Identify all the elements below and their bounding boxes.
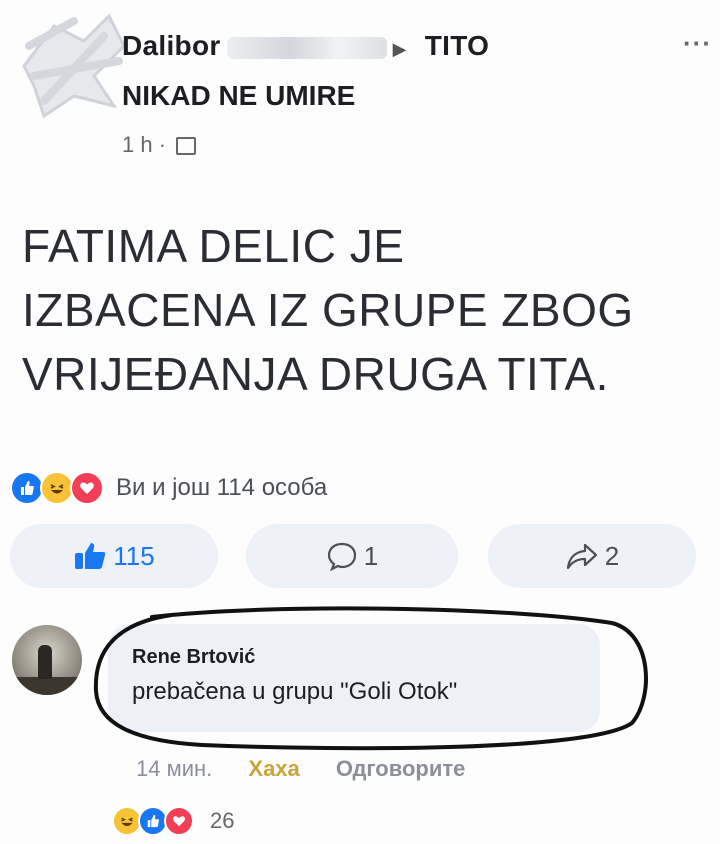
share-icon: [566, 543, 597, 570]
post-meta: 1 h ·: [122, 132, 197, 158]
post-body: FATIMA DELIC JE IZBACENA IZ GRUPE ZBOG V…: [22, 214, 720, 406]
post-line: IZBACENA IZ GRUPE ZBOG: [22, 284, 634, 336]
comment-count: 1: [363, 540, 379, 571]
share-button[interactable]: 2: [488, 524, 696, 588]
haha-icon: [40, 471, 74, 505]
post-actions: 115 1 2: [0, 524, 720, 594]
comment-time[interactable]: 14 мин.: [136, 756, 212, 781]
group-privacy-icon: [176, 137, 197, 156]
post-line: VRIJEĐANJA DRUGA TITA.: [22, 348, 609, 400]
love-icon: [70, 471, 104, 505]
like-icon: [10, 471, 44, 505]
like-count: 115: [113, 540, 155, 571]
like-button[interactable]: 115: [10, 524, 218, 588]
commenter-avatar[interactable]: [12, 625, 82, 695]
post-time[interactable]: 1 h ·: [122, 132, 166, 157]
author-name[interactable]: Dalibor: [122, 30, 221, 61]
love-icon: [164, 806, 194, 836]
more-options-icon[interactable]: ···: [683, 28, 712, 59]
comment-reactions[interactable]: 26: [112, 806, 234, 836]
share-count: 2: [604, 540, 620, 571]
comment-reply-button[interactable]: Одговорите: [336, 756, 466, 781]
redacted-name: [226, 36, 387, 59]
thumbs-up-icon: [75, 543, 106, 569]
group-subtitle[interactable]: NIKAD NE UMIRE: [122, 80, 355, 112]
comment-text: prebačena u grupu "Goli Otok": [132, 678, 458, 705]
facebook-post: Dalibor ▶ TITO NIKAD NE UMIRE 1 h · ··· FA…: [0, 0, 720, 844]
group-name[interactable]: TITO: [425, 30, 489, 61]
comment-icon: [327, 542, 356, 571]
commenter-name[interactable]: Rene Brtović: [132, 646, 255, 669]
reactions-summary[interactable]: Ви и још 114 особа: [10, 470, 327, 506]
reactions-summary-text: Ви и још 114 особа: [116, 474, 328, 501]
comment-haha-button[interactable]: Хаха: [248, 756, 299, 781]
post-header: Dalibor ▶ TITO: [122, 30, 489, 62]
redacted-avatar[interactable]: [14, 6, 134, 126]
comment-button[interactable]: 1: [246, 524, 458, 588]
arrow-right-icon: ▶: [392, 39, 407, 59]
post-line: FATIMA DELIC JE: [22, 220, 405, 272]
comment-meta: 14 мин. Хаха Одговорите: [136, 756, 495, 782]
comment-reaction-count: 26: [210, 808, 235, 833]
